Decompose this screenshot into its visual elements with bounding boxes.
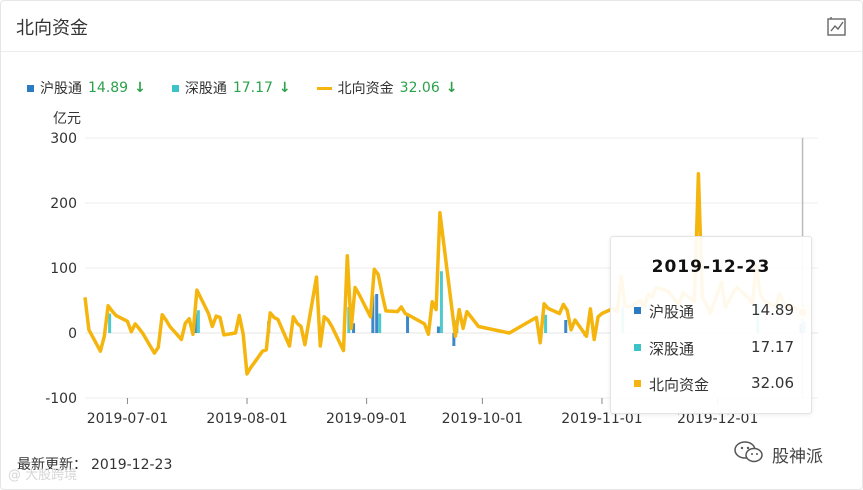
bar xyxy=(439,271,443,333)
bar xyxy=(564,320,568,333)
tooltip-label: 沪股通 xyxy=(649,303,695,321)
watermark-text: 股神派 xyxy=(772,447,823,467)
tooltip-row-northbound: 北向资金 32.06 xyxy=(634,374,794,394)
x-tick-label: 2019-09-01 xyxy=(326,411,407,427)
wechat-icon xyxy=(734,441,764,468)
bar xyxy=(378,313,382,333)
chart-tooltip: 2019-12-23 沪股通 14.89 深股通 17.17 北向资金 32.0… xyxy=(610,236,812,414)
tooltip-row-shanghai: 沪股通 14.89 xyxy=(634,301,794,321)
tooltip-row-shenzhen: 深股通 17.17 xyxy=(634,338,794,358)
y-tick-label: 100 xyxy=(50,261,77,277)
x-tick-label: 2019-07-01 xyxy=(87,411,168,427)
y-tick-label: 300 xyxy=(50,131,77,147)
tooltip-value: 17.17 xyxy=(751,338,794,356)
tooltip-swatch xyxy=(634,380,641,387)
watermark-left: @ 大股跨境 xyxy=(8,468,78,483)
last-updated-date: 2019-12-23 xyxy=(91,457,173,473)
tooltip-swatch xyxy=(634,307,641,314)
y-tick-label: 0 xyxy=(68,326,77,342)
x-tick-label: 2019-10-01 xyxy=(442,411,523,427)
bar xyxy=(436,326,440,333)
bar xyxy=(544,314,548,333)
tooltip-date: 2019-12-23 xyxy=(651,257,771,277)
tooltip-value: 32.06 xyxy=(751,374,794,392)
y-tick-label: 200 xyxy=(50,196,77,212)
y-tick-label: -100 xyxy=(45,391,77,407)
tooltip-swatch xyxy=(634,344,641,351)
bar xyxy=(108,313,112,333)
x-tick-label: 2019-08-01 xyxy=(206,411,287,427)
watermark: 股神派 xyxy=(734,441,823,468)
bar xyxy=(196,310,200,333)
tooltip-label: 深股通 xyxy=(649,340,695,358)
tooltip-label: 北向资金 xyxy=(649,376,710,394)
bar xyxy=(375,294,379,333)
tooltip-value: 14.89 xyxy=(751,301,794,319)
